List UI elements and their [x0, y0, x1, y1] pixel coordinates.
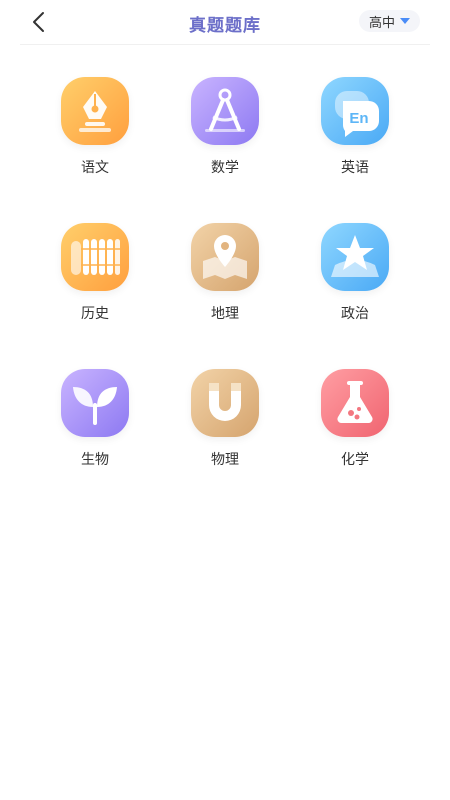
en-speech-bubble-icon: En	[321, 77, 389, 145]
map-pin-icon	[191, 223, 259, 291]
top-bar: 真题题库 高中	[20, 0, 430, 45]
subject-label: 英语	[341, 160, 369, 176]
subject-label: 语文	[81, 160, 109, 176]
subject-math[interactable]: 数学	[160, 77, 290, 223]
subject-grid: 语文 数学 En 英语 历史 地理 政治 生物 物理 化学	[30, 77, 420, 515]
subject-politics[interactable]: 政治	[290, 223, 420, 369]
subject-label: 政治	[341, 306, 369, 322]
bamboo-scroll-icon	[61, 223, 129, 291]
level-dropdown-value: 高中	[368, 15, 395, 31]
subject-biology[interactable]: 生物	[30, 369, 160, 515]
subject-physics[interactable]: 物理	[160, 369, 290, 515]
subject-history[interactable]: 历史	[30, 223, 160, 369]
subject-chemistry[interactable]: 化学	[290, 369, 420, 515]
flask-icon	[321, 369, 389, 437]
fountain-pen-icon	[61, 77, 129, 145]
subject-label: 生物	[81, 452, 109, 468]
sprout-icon	[61, 369, 129, 437]
magnet-icon	[191, 369, 259, 437]
subject-chinese[interactable]: 语文	[30, 77, 160, 223]
subject-label: 物理	[211, 452, 239, 468]
subject-label: 化学	[341, 452, 369, 468]
subject-geography[interactable]: 地理	[160, 223, 290, 369]
caret-down-icon	[400, 18, 410, 24]
svg-text:En: En	[349, 110, 368, 127]
subject-english[interactable]: En 英语	[290, 77, 420, 223]
compass-icon	[191, 77, 259, 145]
subject-label: 数学	[211, 160, 239, 176]
level-dropdown[interactable]: 高中	[358, 10, 420, 32]
star-icon	[321, 223, 389, 291]
subject-label: 地理	[211, 306, 239, 322]
subject-label: 历史	[81, 306, 109, 322]
